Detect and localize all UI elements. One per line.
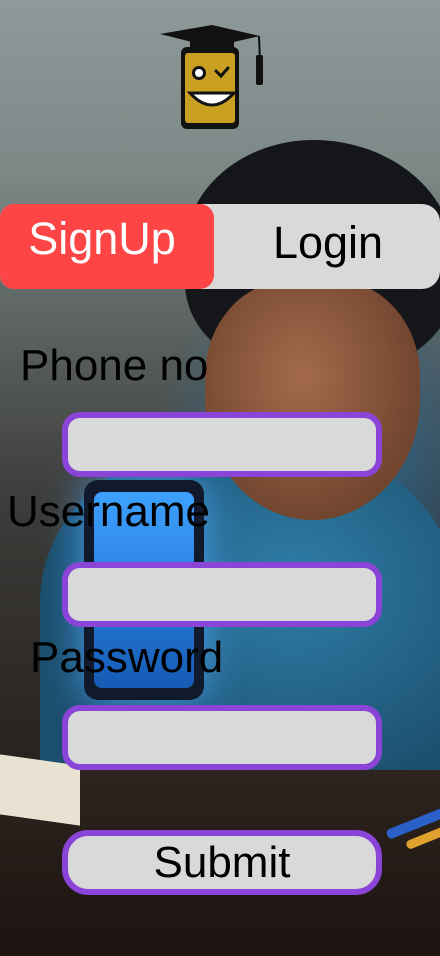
tab-signup[interactable]: SignUp — [0, 204, 214, 289]
phone-label: Phone no — [20, 341, 209, 390]
background-student-face — [205, 280, 420, 520]
auth-tab-bar: SignUp Login — [0, 204, 440, 289]
password-input[interactable] — [62, 705, 382, 770]
username-label: Username — [7, 487, 210, 536]
username-input[interactable] — [62, 562, 382, 627]
phone-input[interactable] — [62, 412, 382, 477]
password-label: Password — [30, 633, 224, 682]
background-photo — [0, 0, 440, 956]
tab-login[interactable]: Login — [214, 204, 440, 289]
submit-button[interactable]: Submit — [62, 830, 382, 895]
graduation-cap-phone-mascot-icon — [160, 25, 263, 129]
